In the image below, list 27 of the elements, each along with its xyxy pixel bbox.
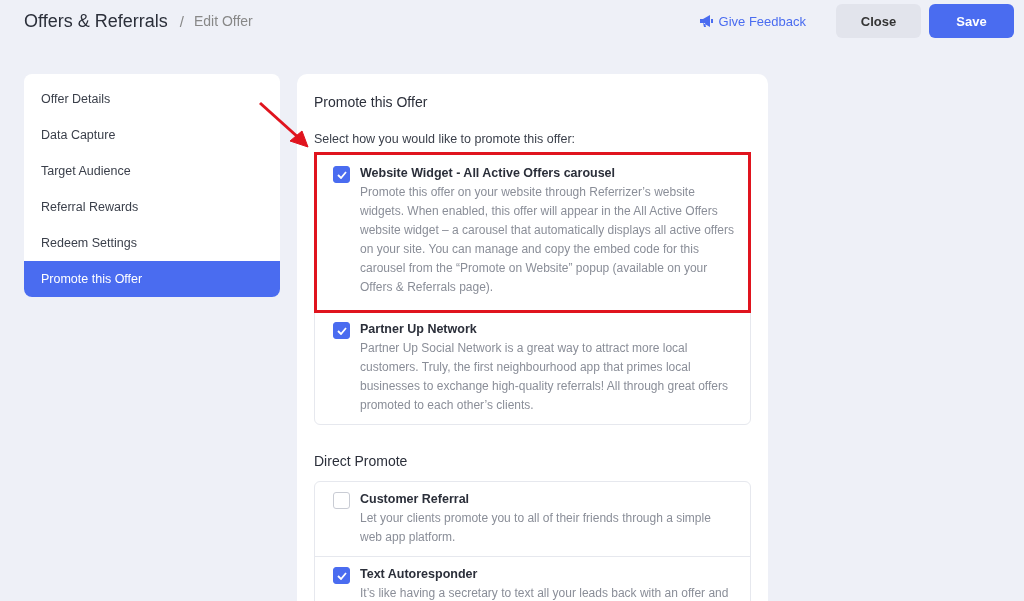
- option-title: Text Autoresponder: [360, 566, 479, 582]
- option-description: Let your clients promote you to all of their friends through a simple web app platform.: [360, 510, 712, 546]
- close-button[interactable]: Close: [836, 4, 921, 38]
- option-title: Website Widget - All Active Offers carousel: [360, 165, 617, 181]
- option-title: Partner Up Network: [360, 321, 478, 337]
- checkbox[interactable]: [333, 322, 350, 339]
- option-description: Promote this offer on your website through Referrizer’s website widgets. When enabled, this offer will appear in the All Active Offers website widget – a carousel that automatically displays all active offers on your site. You can manage and copy the embed code for this carousel from the “Promote on Website” popup (available on your Offers & Referrals page).: [360, 184, 734, 296]
- give-feedback-link[interactable]: Give Feedback: [699, 13, 806, 29]
- section-heading: Promote this Offer: [314, 94, 429, 110]
- checkbox[interactable]: [333, 492, 350, 509]
- save-button[interactable]: Save: [929, 4, 1014, 38]
- annotation-arrow: [258, 101, 310, 149]
- page-title: Offers & Referrals: [24, 10, 168, 32]
- breadcrumb-current: Edit Offer: [193, 13, 253, 29]
- megaphone-icon: [699, 15, 713, 27]
- breadcrumb-separator: /: [179, 12, 184, 30]
- sidebar-item[interactable]: Promote this Offer: [24, 261, 280, 297]
- checkmark-icon: [336, 170, 347, 179]
- section-prompt: Select how you would like to promote this offer:: [314, 132, 577, 146]
- option-title: Customer Referral: [360, 491, 471, 507]
- checkbox[interactable]: [333, 567, 350, 584]
- section-heading: Direct Promote: [314, 453, 409, 469]
- option-description: Partner Up Social Network is a great way to attract more local customers. Truly, the first neighbourhood app that primes local businesses to exchange high-quality referrals! All through great offers promoted to each other’s clients.: [360, 340, 729, 414]
- option-description: It’s like having a secretary to text all your leads back with an offer and: [360, 585, 729, 601]
- checkmark-icon: [336, 326, 347, 335]
- checkmark-icon: [336, 571, 347, 580]
- checkbox[interactable]: [333, 166, 350, 183]
